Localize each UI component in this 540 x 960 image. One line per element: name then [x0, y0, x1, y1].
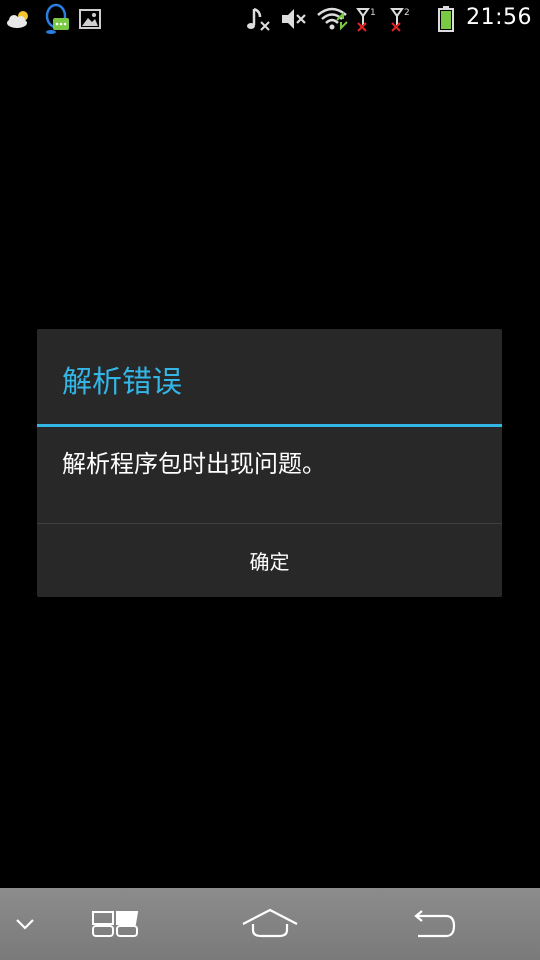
- qq-penguin-message-icon: [40, 3, 72, 34]
- volume-muted-icon: [280, 4, 308, 34]
- home-icon: [242, 908, 298, 938]
- collapse-chevron-icon: [16, 919, 34, 930]
- back-button[interactable]: [390, 888, 480, 960]
- wifi-icon: [316, 4, 348, 34]
- weather-cloud-sun-icon: [4, 4, 34, 34]
- gallery-image-icon: [78, 4, 102, 34]
- svg-text:2: 2: [404, 8, 410, 18]
- signal-sim1-no-service-icon: 1: [354, 4, 378, 34]
- collapse-chevron-button[interactable]: [0, 888, 50, 960]
- ok-button[interactable]: 确定: [37, 524, 502, 597]
- recent-apps-icon: [92, 911, 139, 937]
- music-muted-icon: [244, 4, 272, 34]
- recent-apps-button[interactable]: [70, 888, 160, 960]
- navigation-bar: [0, 888, 540, 960]
- status-bar: 1 2 21:56: [0, 0, 540, 38]
- dialog-message: 解析程序包时出现问题。: [62, 450, 326, 478]
- dialog-title: 解析错误: [62, 365, 182, 400]
- back-icon: [414, 910, 456, 938]
- home-button[interactable]: [225, 888, 315, 960]
- title-divider: [37, 424, 502, 427]
- battery-charging-icon: [434, 4, 458, 34]
- signal-sim2-no-service-icon: 2: [388, 4, 412, 34]
- screen: 1 2 21:56 解析错误 解析程序包时出现问题。 确定: [0, 0, 540, 960]
- status-clock: 21:56: [466, 5, 532, 30]
- svg-text:1: 1: [370, 8, 376, 18]
- parse-error-dialog: 解析错误 解析程序包时出现问题。 确定: [37, 329, 502, 597]
